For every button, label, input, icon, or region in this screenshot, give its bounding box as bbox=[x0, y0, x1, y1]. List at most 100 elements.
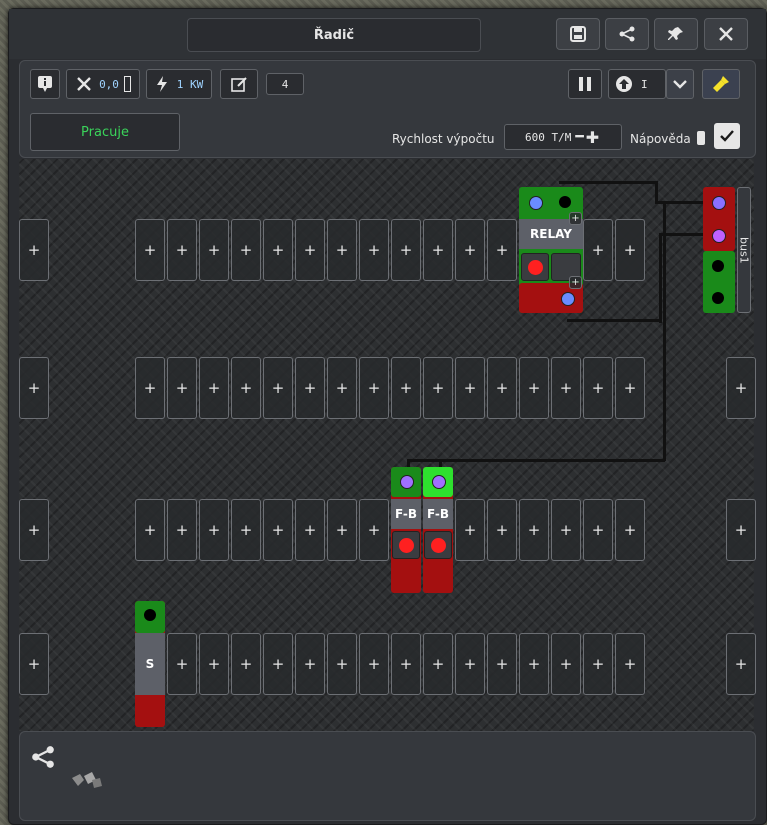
empty-slot[interactable]: + bbox=[167, 219, 197, 281]
empty-slot[interactable]: + bbox=[199, 357, 229, 419]
empty-slot[interactable]: + bbox=[135, 219, 165, 281]
empty-slot[interactable]: + bbox=[583, 219, 613, 281]
empty-slot[interactable]: + bbox=[391, 633, 421, 695]
empty-slot[interactable]: + bbox=[263, 357, 293, 419]
empty-slot[interactable]: + bbox=[583, 633, 613, 695]
empty-slot[interactable]: + bbox=[295, 357, 325, 419]
speed-increase-icon[interactable]: ✚ bbox=[586, 128, 599, 147]
save-button[interactable] bbox=[556, 18, 600, 50]
empty-slot[interactable]: + bbox=[726, 357, 756, 419]
tools-coord-button[interactable]: 0,0 bbox=[66, 69, 140, 99]
empty-slot[interactable]: + bbox=[19, 357, 49, 419]
empty-slot[interactable]: + bbox=[359, 633, 389, 695]
relay-expand-top-button[interactable]: + bbox=[569, 212, 582, 225]
empty-slot[interactable]: + bbox=[199, 219, 229, 281]
empty-slot[interactable]: + bbox=[615, 357, 645, 419]
close-button[interactable] bbox=[704, 18, 748, 50]
empty-slot[interactable]: + bbox=[231, 357, 261, 419]
empty-slot[interactable]: + bbox=[487, 219, 517, 281]
highlight-button[interactable] bbox=[702, 69, 740, 99]
speed-decrease-icon[interactable]: ━ bbox=[575, 129, 583, 145]
empty-slot[interactable]: + bbox=[231, 633, 261, 695]
bus-port[interactable] bbox=[712, 292, 724, 304]
empty-slot[interactable]: + bbox=[263, 633, 293, 695]
wire bbox=[567, 319, 662, 322]
empty-slot[interactable]: + bbox=[423, 219, 453, 281]
share-button[interactable] bbox=[605, 18, 649, 50]
power-button[interactable]: 1 KW bbox=[146, 69, 212, 99]
empty-slot[interactable]: + bbox=[615, 219, 645, 281]
empty-slot[interactable]: + bbox=[455, 219, 485, 281]
empty-slot[interactable]: + bbox=[167, 357, 197, 419]
help-checkbox[interactable] bbox=[714, 123, 740, 149]
empty-slot[interactable]: + bbox=[726, 499, 756, 561]
empty-slot[interactable]: + bbox=[199, 633, 229, 695]
empty-slot[interactable]: + bbox=[726, 633, 756, 695]
empty-slot[interactable]: + bbox=[135, 357, 165, 419]
relay-expand-bottom-button[interactable]: + bbox=[569, 276, 582, 289]
fb-module-1-port[interactable] bbox=[400, 475, 414, 489]
info-button[interactable] bbox=[30, 69, 60, 99]
empty-slot[interactable]: + bbox=[423, 357, 453, 419]
pin-button[interactable] bbox=[654, 18, 698, 50]
empty-slot[interactable]: + bbox=[455, 357, 485, 419]
empty-slot[interactable]: + bbox=[615, 633, 645, 695]
empty-slot[interactable]: + bbox=[583, 499, 613, 561]
empty-slot[interactable]: + bbox=[359, 357, 389, 419]
empty-slot[interactable]: + bbox=[231, 499, 261, 561]
empty-slot[interactable]: + bbox=[327, 499, 357, 561]
edit-button[interactable] bbox=[220, 69, 258, 99]
empty-slot[interactable]: + bbox=[487, 357, 517, 419]
empty-slot[interactable]: + bbox=[295, 499, 325, 561]
empty-slot[interactable]: + bbox=[519, 357, 549, 419]
bus-port[interactable] bbox=[712, 229, 726, 243]
empty-slot[interactable]: + bbox=[263, 219, 293, 281]
empty-slot[interactable]: + bbox=[19, 633, 49, 695]
share-icon[interactable] bbox=[30, 744, 56, 770]
empty-slot[interactable]: + bbox=[519, 499, 549, 561]
empty-slot[interactable]: + bbox=[295, 219, 325, 281]
title-bar: Řadič bbox=[9, 9, 766, 59]
empty-slot[interactable]: + bbox=[423, 633, 453, 695]
empty-slot[interactable]: + bbox=[551, 499, 581, 561]
empty-slot[interactable]: + bbox=[551, 357, 581, 419]
relay-port[interactable] bbox=[559, 196, 571, 208]
relay-output-port[interactable] bbox=[561, 292, 575, 306]
empty-slot[interactable]: + bbox=[391, 357, 421, 419]
bus-port[interactable] bbox=[712, 260, 724, 272]
speed-value: 600 T/M bbox=[525, 130, 572, 144]
direction-dropdown-button[interactable] bbox=[666, 69, 694, 99]
empty-slot[interactable]: + bbox=[359, 499, 389, 561]
empty-slot[interactable]: + bbox=[167, 633, 197, 695]
pause-button[interactable] bbox=[568, 69, 602, 99]
empty-slot[interactable]: + bbox=[135, 499, 165, 561]
relay-input-port[interactable] bbox=[529, 196, 543, 210]
speed-control[interactable]: 600 T/M ━ ✚ bbox=[504, 124, 622, 150]
empty-slot[interactable]: + bbox=[231, 219, 261, 281]
empty-slot[interactable]: + bbox=[295, 633, 325, 695]
bus-port[interactable] bbox=[712, 196, 726, 210]
fb-module-2-port[interactable] bbox=[432, 475, 446, 489]
empty-slot[interactable]: + bbox=[327, 219, 357, 281]
s-module-port[interactable] bbox=[144, 609, 156, 621]
empty-slot[interactable]: + bbox=[19, 499, 49, 561]
empty-slot[interactable]: + bbox=[583, 357, 613, 419]
empty-slot[interactable]: + bbox=[167, 499, 197, 561]
empty-slot[interactable]: + bbox=[487, 633, 517, 695]
empty-slot[interactable]: + bbox=[199, 499, 229, 561]
empty-slot[interactable]: + bbox=[391, 219, 421, 281]
empty-slot[interactable]: + bbox=[19, 219, 49, 281]
empty-slot[interactable]: + bbox=[455, 499, 485, 561]
empty-slot[interactable]: + bbox=[455, 633, 485, 695]
help-label: Nápověda bbox=[630, 132, 691, 146]
empty-slot[interactable]: + bbox=[487, 499, 517, 561]
empty-slot[interactable]: + bbox=[615, 499, 645, 561]
empty-slot[interactable]: + bbox=[327, 633, 357, 695]
empty-slot[interactable]: + bbox=[359, 219, 389, 281]
empty-slot[interactable]: + bbox=[551, 633, 581, 695]
empty-slot[interactable]: + bbox=[519, 633, 549, 695]
wire bbox=[559, 181, 655, 184]
direction-select[interactable]: I bbox=[608, 69, 666, 99]
empty-slot[interactable]: + bbox=[263, 499, 293, 561]
empty-slot[interactable]: + bbox=[327, 357, 357, 419]
